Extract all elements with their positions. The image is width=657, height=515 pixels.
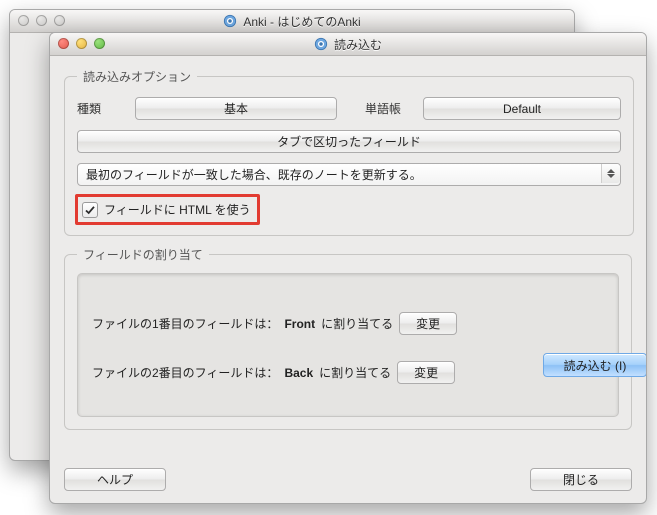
highlight-allow-html: フィールドに HTML を使う <box>75 194 260 225</box>
app-icon <box>314 37 328 51</box>
select-import-mode[interactable]: 最初のフィールドが一致した場合、既存のノートを更新する。 <box>77 163 621 186</box>
button-close[interactable]: 閉じる <box>530 468 632 491</box>
minimize-button[interactable] <box>76 38 87 49</box>
group-import-options: 読み込みオプション 種類 基本 単語帳 Default タブで区切ったフィールド <box>64 68 634 236</box>
button-delimiter-text: タブで区切ったフィールド <box>277 133 421 150</box>
window-title-main: Anki - はじめてのAnki <box>10 13 574 30</box>
button-change-1[interactable]: 変更 <box>399 312 457 335</box>
mapping-row-1: ファイルの1番目のフィールドは： Front に割り当てる 変更 <box>92 312 604 335</box>
label-deck: 単語帳 <box>365 100 413 117</box>
button-delimiter[interactable]: タブで区切ったフィールド <box>77 130 621 153</box>
mapping-row-2: ファイルの2番目のフィールドは： Back に割り当てる 変更 <box>92 361 604 384</box>
window-title-import: 読み込む <box>50 36 646 53</box>
button-deck[interactable]: Default <box>423 97 621 120</box>
button-note-type[interactable]: 基本 <box>135 97 337 120</box>
button-close-text: 閉じる <box>563 471 599 488</box>
mapping-row-1-prefix: ファイルの1番目のフィールドは： <box>92 315 278 332</box>
close-button-disabled[interactable] <box>18 15 29 26</box>
button-import[interactable]: 読み込む (I) <box>543 353 647 377</box>
titlebar-main[interactable]: Anki - はじめてのAnki <box>10 10 574 33</box>
button-deck-text: Default <box>503 102 541 116</box>
mapping-row-1-field: Front <box>284 317 315 331</box>
group-field-mapping: フィールドの割り当て ファイルの1番目のフィールドは： Front に割り当てる… <box>64 246 632 430</box>
select-import-mode-text: 最初のフィールドが一致した場合、既存のノートを更新する。 <box>86 166 422 183</box>
side-import-wrap: 読み込む (I) <box>543 353 647 377</box>
mapping-row-2-suffix: に割り当てる <box>319 364 391 381</box>
window-title-main-text: Anki - はじめてのAnki <box>243 13 360 30</box>
window-import: 読み込む 読み込みオプション 種類 基本 単語帳 Default <box>49 32 647 504</box>
window-title-import-text: 読み込む <box>334 36 382 53</box>
group-import-options-legend: 読み込みオプション <box>77 68 197 85</box>
traffic-lights-import <box>58 38 105 49</box>
row-delimiter: タブで区切ったフィールド <box>77 130 621 153</box>
stage: Anki - はじめてのAnki 読み込む 読み込みオプション <box>0 0 657 515</box>
traffic-lights-main <box>18 15 65 26</box>
mapping-row-1-suffix: に割り当てる <box>321 315 393 332</box>
button-change-1-text: 変更 <box>416 315 440 332</box>
checkbox-allow-html-label: フィールドに HTML を使う <box>104 201 251 218</box>
button-note-type-text: 基本 <box>224 100 248 117</box>
app-icon <box>223 14 237 28</box>
button-change-2[interactable]: 変更 <box>397 361 455 384</box>
titlebar-import[interactable]: 読み込む <box>50 33 646 56</box>
button-change-2-text: 変更 <box>414 364 438 381</box>
row-allow-html: フィールドに HTML を使う <box>77 194 621 225</box>
zoom-button-disabled[interactable] <box>54 15 65 26</box>
mapping-row-2-field: Back <box>284 366 313 380</box>
row-type-deck: 種類 基本 単語帳 Default <box>77 97 621 120</box>
dialog-footer: ヘルプ 閉じる <box>50 458 646 503</box>
button-help[interactable]: ヘルプ <box>64 468 166 491</box>
select-spinner[interactable] <box>601 164 620 183</box>
button-help-text: ヘルプ <box>97 471 133 488</box>
close-button[interactable] <box>58 38 69 49</box>
mapping-row-2-prefix: ファイルの2番目のフィールドは： <box>92 364 278 381</box>
minimize-button-disabled[interactable] <box>36 15 47 26</box>
button-import-text: 読み込む (I) <box>564 357 627 374</box>
dialog-body: 読み込みオプション 種類 基本 単語帳 Default タブで区切ったフィールド <box>50 56 646 452</box>
checkbox-allow-html[interactable] <box>82 202 98 218</box>
label-type: 種類 <box>77 100 125 117</box>
group-field-mapping-legend: フィールドの割り当て <box>77 246 209 263</box>
zoom-button[interactable] <box>94 38 105 49</box>
chevron-down-icon <box>607 174 615 178</box>
row-import-mode: 最初のフィールドが一致した場合、既存のノートを更新する。 <box>77 163 621 186</box>
chevron-up-icon <box>607 169 615 173</box>
mapping-area: ファイルの1番目のフィールドは： Front に割り当てる 変更 ファイルの2番… <box>77 273 619 417</box>
